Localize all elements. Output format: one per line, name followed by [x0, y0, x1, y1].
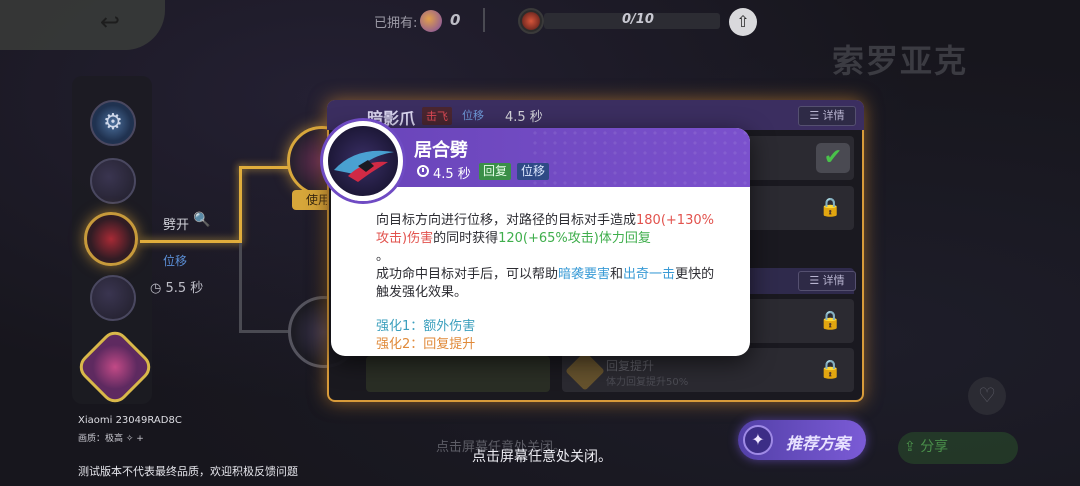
- owned-count: 0: [450, 11, 461, 29]
- background-skill-cooldown: 4.5 秒: [505, 110, 543, 125]
- progress-icon: [518, 8, 544, 34]
- tag-move: 位移: [517, 163, 550, 180]
- upgrade-icon[interactable]: ⇧: [729, 8, 757, 36]
- branch-line-vertical: [239, 166, 242, 243]
- description-paragraph-2: 成功命中目标对手后，可以帮助暗袭要害和出奇一击更快的触发强化效果。: [376, 266, 716, 302]
- device-name: Xiaomi 23049RAD8C: [78, 415, 182, 426]
- detail-button-2-label: 详情: [822, 274, 845, 287]
- desc-text: 向目标方向进行位移，对路径的目标对手造成: [376, 213, 637, 228]
- background-tag-move: 位移: [462, 109, 484, 122]
- selected-move-label: 劈开: [163, 218, 190, 233]
- desc-text: 成功命中目标对手后，可以帮助: [376, 267, 559, 282]
- heart-icon[interactable]: ♡: [968, 377, 1006, 415]
- quality-label: 画质：极高 ✧ +: [78, 434, 144, 444]
- link-ambush[interactable]: 暗袭要害: [558, 267, 610, 282]
- move-node-1[interactable]: [90, 158, 136, 204]
- link-surprise[interactable]: 出奇一击: [623, 267, 675, 282]
- top-divider: [483, 8, 485, 32]
- desc-heal: 120(+65%攻击)体力回复: [498, 231, 651, 246]
- background-item-title: 回复提升: [606, 359, 655, 373]
- lock-icon: 🔒: [819, 310, 842, 331]
- popup-title: 居合劈: [414, 140, 468, 161]
- popup-cooldown: 4.5 秒: [433, 167, 471, 182]
- branch-line-lower: [239, 243, 242, 331]
- background-image-row: [366, 356, 550, 392]
- lock-icon: 🔒: [819, 359, 842, 380]
- enhance-1: 强化1：额外伤害: [376, 319, 476, 334]
- desc-text: 和: [610, 267, 624, 282]
- gear-icon: ⚙: [103, 110, 123, 135]
- tag-heal: 回复: [479, 163, 512, 180]
- test-notice: 测试版本不代表最终品质，欢迎积极反馈问题: [78, 465, 298, 478]
- selected-move-cooldown: ◷ 5.5 秒: [150, 281, 204, 296]
- magnify-icon[interactable]: 🔍: [193, 212, 210, 228]
- desc-text: 的同时获得: [433, 231, 499, 246]
- detail-button-2[interactable]: ☰ 详情: [798, 271, 856, 291]
- owned-label: 已拥有:: [374, 16, 418, 31]
- selected-move-node[interactable]: [84, 212, 138, 266]
- back-arrow-icon: ↩: [100, 8, 121, 36]
- branch-line-top: [239, 166, 291, 169]
- owned-icon: [420, 10, 442, 32]
- detail-button-label: 详情: [822, 109, 845, 122]
- detail-button[interactable]: ☰ 详情: [798, 106, 856, 126]
- selected-move-tag: 位移: [163, 254, 188, 268]
- background-tag-knockup: 击飞: [422, 107, 452, 125]
- close-hint[interactable]: 点击屏幕任意处关闭。: [472, 446, 612, 466]
- skill-icon: [323, 121, 403, 201]
- selected-move-cooldown-value: 5.5 秒: [165, 281, 204, 296]
- recommend-icon: ✦: [743, 425, 773, 455]
- popup-header-pattern: [530, 128, 750, 187]
- recommend-label: 推荐方案: [786, 434, 851, 453]
- background-item-desc: 体力回复提升50%: [606, 377, 689, 388]
- share-label: 分享: [920, 439, 949, 455]
- clock-icon: [417, 165, 429, 177]
- pokemon-name: 索罗亚克: [832, 42, 969, 80]
- branch-line-bottom: [239, 330, 291, 333]
- lock-icon: 🔒: [819, 197, 842, 218]
- skill-icon-art: [334, 150, 394, 182]
- share-icon: ⇪ 分享: [904, 439, 949, 455]
- back-button[interactable]: [0, 0, 165, 50]
- enhance-2: 强化2：回复提升: [376, 337, 476, 352]
- check-icon: ✔: [816, 143, 850, 173]
- gear-move-node[interactable]: ⚙: [90, 100, 136, 146]
- move-node-3[interactable]: [90, 275, 136, 321]
- desc-end: 。: [376, 249, 390, 264]
- description-paragraph-1: 向目标方向进行位移，对路径的目标对手造成180(+130%攻击)伤害的同时获得1…: [376, 212, 716, 266]
- branch-line-horizontal: [140, 240, 240, 243]
- progress-text: 0/10: [622, 12, 654, 27]
- popup-description: 向目标方向进行位移，对路径的目标对手造成180(+130%攻击)伤害的同时获得1…: [376, 212, 716, 302]
